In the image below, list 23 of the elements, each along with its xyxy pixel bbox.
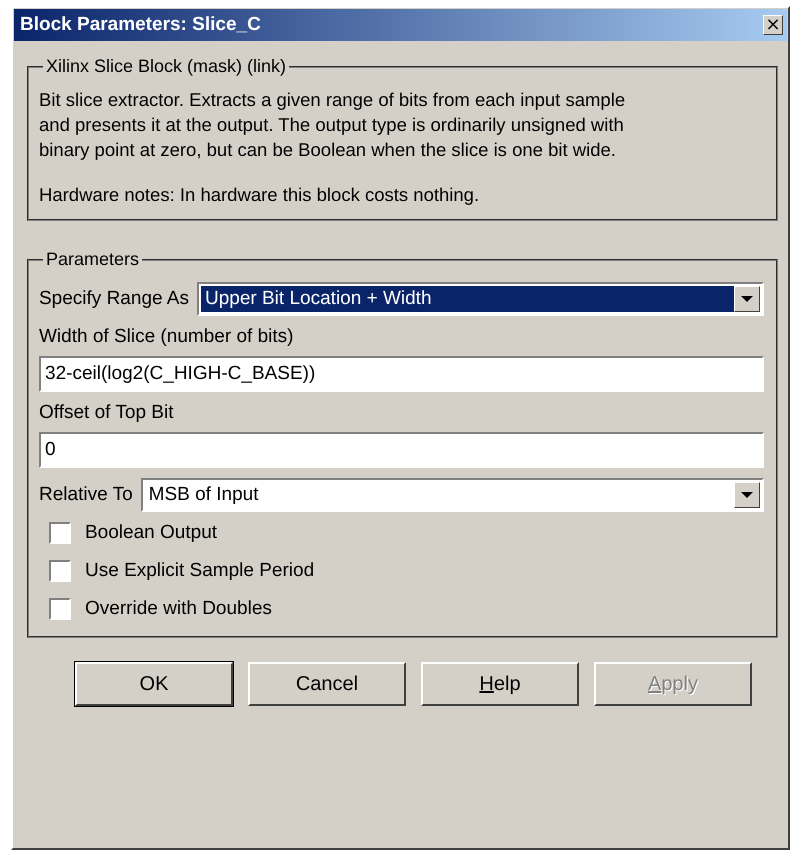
field-label: Relative To [39, 484, 133, 506]
group-title: Xilinx Slice Block (mask) (link) [45, 56, 288, 77]
checkbox[interactable] [49, 598, 71, 620]
dialog-button[interactable]: OK [75, 662, 233, 706]
dropdown[interactable]: MSB of Input [140, 478, 764, 512]
field-label: Specify Range As [39, 288, 189, 310]
checkbox[interactable] [49, 522, 71, 544]
field-label: Offset of Top Bit [39, 402, 174, 424]
dropdown[interactable]: Upper Bit Location + Width [196, 282, 764, 316]
description-text: Hardware notes: In hardware this block costs nothing. [39, 183, 480, 207]
group-title: Parameters [45, 249, 140, 270]
close-button[interactable]: × [763, 15, 783, 35]
checkbox-label: Override with Doubles [85, 598, 272, 620]
field-label: Width of Slice (number of bits) [39, 326, 294, 348]
dialog-button[interactable]: Help [421, 662, 579, 706]
dialog-button[interactable]: Cancel [248, 662, 406, 706]
window-title: Block Parameters: Slice_C [20, 14, 261, 36]
checkbox-label: Boolean Output [85, 522, 218, 544]
description-text: Bit slice extractor. Extracts a given range of bits from each input sample and presents it at the output. The output type is ordinarily unsigned with binary point at zero, but can be Boolean when the slice is one bit wide. [39, 88, 626, 162]
checkbox[interactable] [49, 560, 71, 582]
input-field[interactable]: 32-ceil(log2(C_HIGH-C_BASE)) [39, 356, 764, 392]
input-field[interactable]: 0 [39, 432, 764, 468]
checkbox-label: Use Explicit Sample Period [85, 560, 314, 582]
